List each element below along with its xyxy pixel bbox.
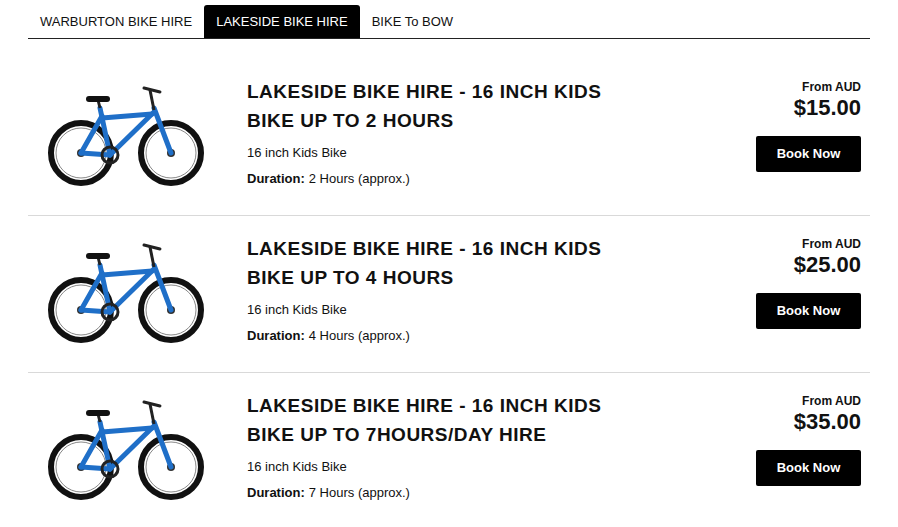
product-row: LAKESIDE BIKE HIRE - 16 INCH KIDS BIKE U… (28, 373, 870, 527)
price-prefix: From AUD (802, 236, 861, 252)
duration-label: Duration: (247, 484, 305, 502)
bike-icon (46, 392, 206, 502)
bike-icon (46, 235, 206, 345)
product-duration: Duration:2 Hours (approx.) (247, 170, 756, 188)
product-price: From AUD$25.00 Book Now (756, 234, 870, 345)
book-now-button[interactable]: Book Now (756, 450, 861, 486)
duration-value: 4 Hours (approx.) (309, 327, 410, 345)
product-info: LAKESIDE BIKE HIRE - 16 INCH KIDS BIKE U… (247, 391, 756, 502)
duration-value: 2 Hours (approx.) (309, 170, 410, 188)
duration-label: Duration: (247, 327, 305, 345)
price-prefix: From AUD (802, 79, 861, 95)
product-info: LAKESIDE BIKE HIRE - 16 INCH KIDS BIKE U… (247, 234, 756, 345)
product-image (28, 234, 247, 345)
price: $35.00 (794, 409, 861, 435)
product-info: LAKESIDE BIKE HIRE - 16 INCH KIDS BIKE U… (247, 77, 756, 188)
product-image (28, 77, 247, 188)
product-price: From AUD$35.00 Book Now (756, 391, 870, 502)
product-row: LAKESIDE BIKE HIRE - 16 INCH KIDS BIKE U… (28, 216, 870, 373)
product-duration: Duration:4 Hours (approx.) (247, 327, 756, 345)
duration-value: 7 Hours (approx.) (309, 484, 410, 502)
product-description: 16 inch Kids Bike (247, 458, 756, 476)
price: $25.00 (794, 252, 861, 278)
product-price: From AUD$15.00 Book Now (756, 77, 870, 188)
product-image (28, 391, 247, 502)
product-list: LAKESIDE BIKE HIRE - 16 INCH KIDS BIKE U… (28, 59, 870, 527)
page: WARBURTON BIKE HIRELAKESIDE BIKE HIREBIK… (28, 5, 870, 527)
tab[interactable]: WARBURTON BIKE HIRE (28, 5, 204, 38)
book-now-button[interactable]: Book Now (756, 293, 861, 329)
bike-icon (46, 78, 206, 188)
book-now-button[interactable]: Book Now (756, 136, 861, 172)
product-row: LAKESIDE BIKE HIRE - 16 INCH KIDS BIKE U… (28, 59, 870, 216)
product-title[interactable]: LAKESIDE BIKE HIRE - 16 INCH KIDS BIKE U… (247, 77, 627, 135)
product-title[interactable]: LAKESIDE BIKE HIRE - 16 INCH KIDS BIKE U… (247, 234, 627, 292)
product-duration: Duration:7 Hours (approx.) (247, 484, 756, 502)
tab[interactable]: LAKESIDE BIKE HIRE (204, 5, 360, 38)
product-title[interactable]: LAKESIDE BIKE HIRE - 16 INCH KIDS BIKE U… (247, 391, 627, 449)
product-description: 16 inch Kids Bike (247, 144, 756, 162)
duration-label: Duration: (247, 170, 305, 188)
product-description: 16 inch Kids Bike (247, 301, 756, 319)
tab[interactable]: BIKE To BOW (360, 5, 465, 38)
price-prefix: From AUD (802, 393, 861, 409)
tab-bar: WARBURTON BIKE HIRELAKESIDE BIKE HIREBIK… (28, 5, 870, 39)
price: $15.00 (794, 95, 861, 121)
